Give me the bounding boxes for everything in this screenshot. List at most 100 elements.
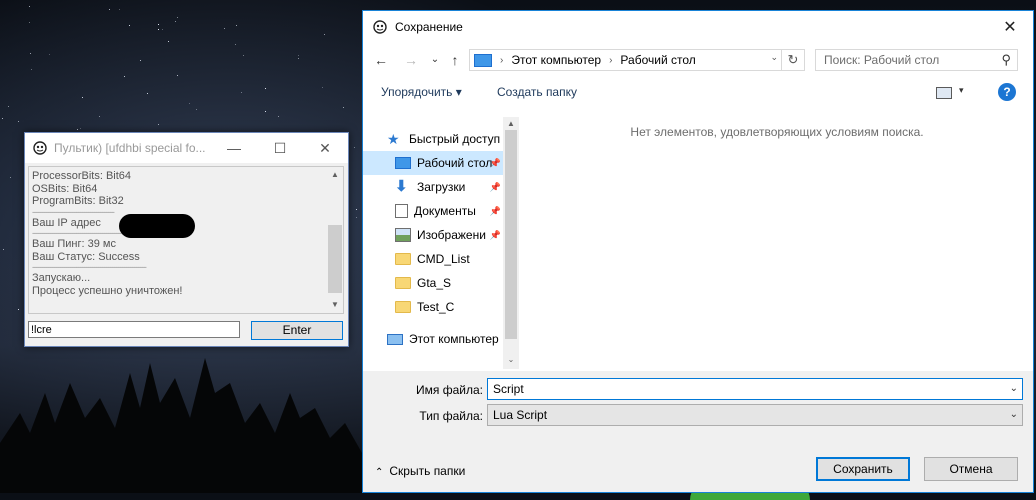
file-name-input[interactable]: Script ⌄ [487, 378, 1023, 400]
search-icon[interactable]: ⚲ [1001, 50, 1011, 70]
command-input[interactable]: !lcre [28, 321, 240, 338]
output-line: Ваш Пинг: 39 мс [32, 238, 116, 250]
up-arrow-icon[interactable]: ↑ [447, 51, 463, 69]
star-dot [168, 41, 169, 42]
star-dot [147, 93, 148, 94]
nav-item[interactable]: ★ Быстрый доступ [363, 127, 503, 151]
star-dot [124, 76, 125, 77]
output-scrollbar[interactable]: ▲ ▼ [327, 167, 343, 313]
help-icon[interactable]: ? [998, 83, 1016, 101]
save-button[interactable]: Сохранить [816, 457, 910, 481]
download-icon: ⬇ [395, 178, 408, 195]
star-dot [354, 147, 355, 148]
empty-message: Нет элементов, удовлетворяющих условиям … [630, 125, 924, 139]
forward-arrow-icon[interactable]: → [403, 51, 419, 69]
chevron-up-icon: ⌃ [375, 467, 384, 478]
star-dot [278, 116, 279, 117]
star-dot [224, 28, 225, 29]
star-dot [158, 24, 159, 25]
breadcrumb-desktop[interactable]: Рабочий стол [620, 53, 695, 67]
nav-item-label: Рабочий стол [417, 156, 493, 170]
desktop-icon [395, 157, 411, 169]
star-dot [10, 177, 11, 178]
search-input[interactable]: Поиск: Рабочий стол ⚲ [815, 49, 1018, 71]
new-folder-button[interactable]: Создать папку [497, 85, 577, 99]
output-log[interactable]: ProcessorBits: Bit64 OSBits: Bit64 Program… [28, 166, 344, 314]
star-dot [196, 109, 197, 110]
star-dot [162, 29, 163, 30]
close-button[interactable]: ✕ [302, 133, 348, 163]
dialog-titlebar[interactable]: Сохранение ✕ [363, 11, 1033, 43]
star-dot [175, 21, 176, 22]
star-dot [356, 209, 357, 210]
file-type-select[interactable]: Lua Script ⌄ [487, 404, 1023, 426]
file-name-dropdown-icon[interactable]: ⌄ [1010, 379, 1018, 399]
nav-item[interactable]: Изображени 📌 [363, 223, 503, 247]
output-line: OSBits: Bit64 [32, 182, 98, 195]
nav-item-label: CMD_List [417, 252, 470, 266]
star-dot [158, 29, 159, 30]
address-dropdown-icon[interactable]: ⌄ [770, 52, 778, 63]
star-dot [298, 55, 299, 56]
documents-icon [395, 204, 408, 218]
star-dot [29, 6, 30, 7]
wallpaper-trees [0, 358, 362, 493]
minimize-button[interactable]: — [211, 133, 257, 163]
nav-scrollbar[interactable]: ▲ ⌄ [503, 117, 519, 369]
pin-icon[interactable]: 📌 [490, 158, 501, 169]
star-dot [18, 121, 19, 122]
folder-icon [395, 301, 411, 313]
hide-folders-toggle[interactable]: ⌃ Скрыть папки [375, 464, 465, 478]
star-dot [2, 118, 3, 119]
star-dot [298, 58, 299, 59]
breadcrumb-separator: › [609, 54, 613, 66]
breadcrumb-this-pc[interactable]: Этот компьютер [511, 53, 601, 67]
redacted-ip-blot [119, 214, 195, 238]
star-dot [77, 129, 78, 130]
recent-locations-chevron-icon[interactable]: ⌄ [427, 51, 443, 69]
pin-icon[interactable]: 📌 [490, 230, 501, 241]
star-dot [80, 128, 81, 129]
star-dot [243, 55, 244, 56]
address-bar[interactable]: › Этот компьютер › Рабочий стол ⌄ ↻ [469, 49, 805, 71]
enter-button[interactable]: Enter [251, 321, 343, 340]
star-dot [129, 25, 130, 26]
cancel-button[interactable]: Отмена [924, 457, 1018, 481]
nav-item[interactable]: Test_C [363, 295, 503, 319]
nav-item[interactable]: ⬇ Загрузки 📌 [363, 175, 503, 199]
pictures-icon [395, 228, 411, 242]
nav-item[interactable]: Gta_S [363, 271, 503, 295]
output-line: Процесс успешно уничтожен! [32, 284, 183, 297]
nav-item[interactable]: Этот компьютер [363, 327, 503, 351]
scroll-down-arrow-icon[interactable]: ⌄ [503, 353, 519, 367]
nav-scroll-thumb[interactable] [505, 130, 517, 339]
nav-item[interactable]: Рабочий стол 📌 [363, 151, 503, 175]
helper-titlebar[interactable]: Пультик) [ufdhbi special fo... — ☐ ✕ [25, 133, 348, 163]
desktop-icon [474, 53, 492, 67]
pin-icon[interactable]: 📌 [490, 182, 501, 193]
organize-menu-button[interactable]: Упорядочить ▾ [381, 85, 462, 99]
scroll-up-arrow-icon[interactable]: ▲ [503, 117, 519, 131]
navigation-bar: ← → ⌄ ↑ › Этот компьютер › Рабочий стол … [363, 47, 1033, 73]
view-dropdown-icon[interactable]: ▾ [959, 85, 964, 96]
scroll-up-arrow-icon[interactable]: ▲ [327, 167, 343, 183]
nav-item-label: Быстрый доступ [409, 132, 501, 146]
scroll-down-arrow-icon[interactable]: ▼ [327, 297, 343, 313]
file-list[interactable]: Нет элементов, удовлетворяющих условиям … [521, 117, 1033, 369]
nav-item[interactable]: CMD_List [363, 247, 503, 271]
refresh-icon[interactable]: ↻ [781, 50, 804, 70]
scroll-thumb[interactable] [328, 225, 342, 293]
view-options-icon[interactable] [936, 87, 952, 99]
star-dot [236, 25, 237, 26]
pin-icon[interactable]: 📌 [490, 206, 501, 217]
dialog-close-button[interactable]: ✕ [987, 11, 1033, 43]
file-type-label: Тип файла: [419, 409, 483, 423]
back-arrow-icon[interactable]: ← [373, 51, 389, 69]
nav-item[interactable]: Документы 📌 [363, 199, 503, 223]
star-dot [265, 88, 266, 89]
file-type-dropdown-icon[interactable]: ⌄ [1010, 405, 1018, 425]
file-name-label: Имя файла: [416, 383, 483, 397]
output-separator: ----------------------------------------… [32, 262, 147, 272]
maximize-button[interactable]: ☐ [257, 133, 303, 163]
star-dot [109, 9, 110, 10]
